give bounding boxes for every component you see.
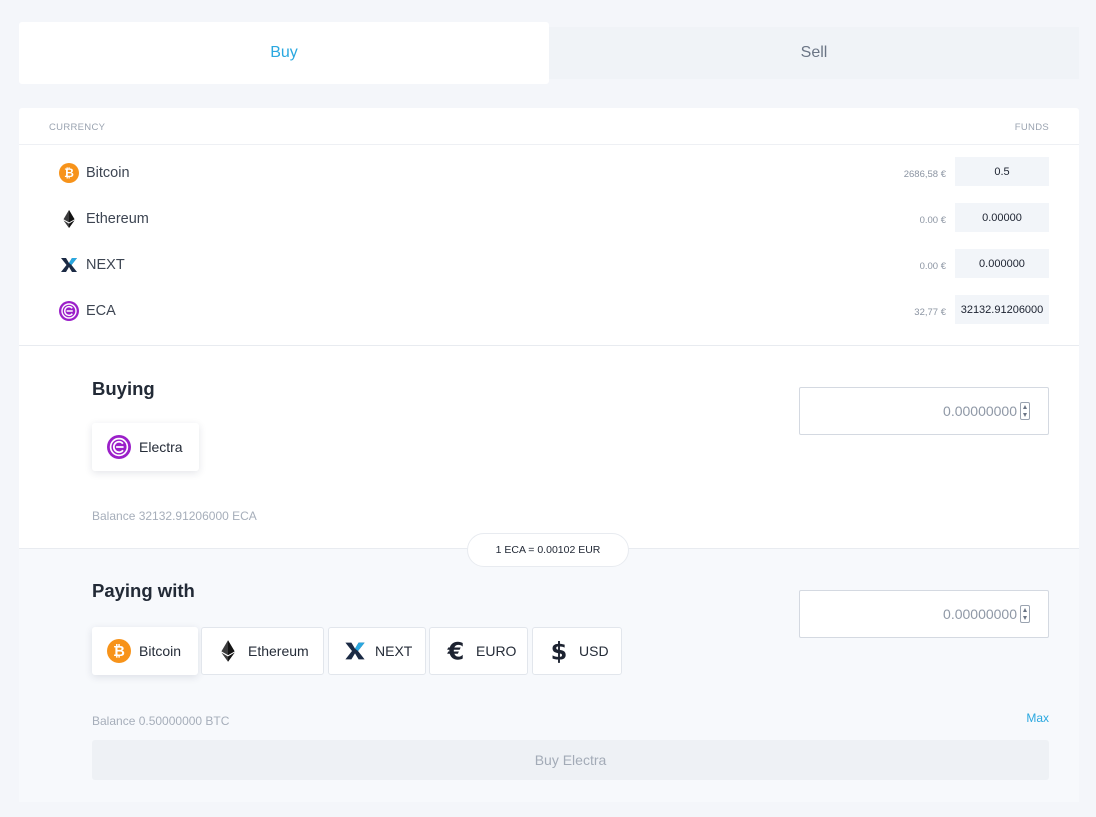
fund-row-eca: ECA 32,77 € 32132.91206000	[19, 289, 1079, 335]
paying-amount-value: 0.00000000	[943, 606, 1017, 622]
buying-amount-stepper[interactable]	[1020, 402, 1030, 420]
buying-amount-value: 0.00000000	[943, 403, 1017, 419]
paying-title: Paying with	[92, 580, 195, 601]
pay-option-label: USD	[579, 643, 609, 659]
fund-row-ethereum: Ethereum 0.00 € 0.00000	[19, 197, 1079, 243]
bitcoin-icon: ₿	[59, 163, 79, 183]
fund-name: NEXT	[86, 257, 125, 273]
euro-icon: €	[447, 639, 465, 663]
svg-text:€: €	[447, 639, 465, 663]
exchange-rate-badge: 1 ECA = 0.00102 EUR	[467, 533, 629, 567]
electra-icon	[107, 435, 131, 459]
fund-amount: 0.5	[955, 157, 1049, 186]
fund-row-next: NEXT 0.00 € 0.000000	[19, 243, 1079, 289]
fund-eur-value: 2686,58 €	[903, 169, 946, 180]
fund-eur-value: 0.00 €	[919, 215, 946, 226]
electra-icon	[59, 301, 79, 321]
fund-amount: 0.000000	[955, 249, 1049, 278]
fund-amount: 0.00000	[955, 203, 1049, 232]
buying-balance: Balance 32132.91206000 ECA	[92, 509, 257, 523]
pay-option-next[interactable]: NEXT	[328, 627, 426, 675]
currency-column-header: CURRENCY	[49, 122, 106, 133]
pay-option-label: Ethereum	[248, 643, 309, 659]
pay-option-bitcoin[interactable]: ₿ Bitcoin	[92, 627, 198, 675]
fund-eur-value: 0.00 €	[919, 261, 946, 272]
svg-text:$: $	[551, 639, 568, 663]
dollar-icon: $	[551, 639, 568, 663]
buying-currency-electra[interactable]: Electra	[92, 423, 199, 471]
ethereum-icon	[63, 210, 75, 228]
paying-amount-stepper[interactable]	[1020, 605, 1030, 623]
ethereum-icon	[221, 640, 235, 662]
pay-option-label: NEXT	[375, 643, 413, 659]
buying-section: Buying 0.00000000 Electra Balance 32132.…	[19, 346, 1079, 548]
buying-title: Buying	[92, 378, 155, 399]
max-link[interactable]: Max	[1026, 711, 1049, 725]
next-icon	[61, 258, 77, 272]
funds-column-header: FUNDS	[1014, 122, 1049, 133]
buying-amount-input[interactable]: 0.00000000	[799, 387, 1049, 435]
fund-amount: 32132.91206000	[955, 295, 1049, 324]
paying-section: Paying with 0.00000000 ₿ Bitcoin Ethereu…	[19, 548, 1079, 802]
next-icon	[345, 642, 365, 660]
funds-header: CURRENCY FUNDS	[19, 108, 1079, 145]
pay-option-ethereum[interactable]: Ethereum	[201, 627, 324, 675]
pay-option-label: Bitcoin	[139, 643, 182, 659]
svg-text:₿: ₿	[64, 166, 74, 180]
fund-name: Bitcoin	[86, 165, 130, 181]
pay-option-usd[interactable]: $ USD	[532, 627, 622, 675]
trade-panel: CURRENCY FUNDS ₿ Bitcoin 2686,58 € 0.5 E…	[19, 108, 1079, 802]
fund-eur-value: 32,77 €	[914, 307, 946, 318]
buying-currency-label: Electra	[139, 439, 183, 455]
paying-balance: Balance 0.50000000 BTC	[92, 714, 230, 728]
buy-electra-button[interactable]: Buy Electra	[92, 740, 1049, 780]
paying-amount-input[interactable]: 0.00000000	[799, 590, 1049, 638]
fund-name: ECA	[86, 303, 116, 319]
tab-sell[interactable]: Sell	[549, 27, 1079, 79]
pay-option-label: EURO	[476, 643, 517, 659]
trade-tabs: Buy Sell	[19, 22, 1079, 84]
tab-buy[interactable]: Buy	[19, 22, 549, 84]
pay-option-euro[interactable]: € EURO	[429, 627, 528, 675]
fund-row-bitcoin: ₿ Bitcoin 2686,58 € 0.5	[19, 151, 1079, 197]
svg-text:₿: ₿	[113, 644, 125, 660]
fund-name: Ethereum	[86, 211, 149, 227]
bitcoin-icon: ₿	[107, 639, 131, 663]
